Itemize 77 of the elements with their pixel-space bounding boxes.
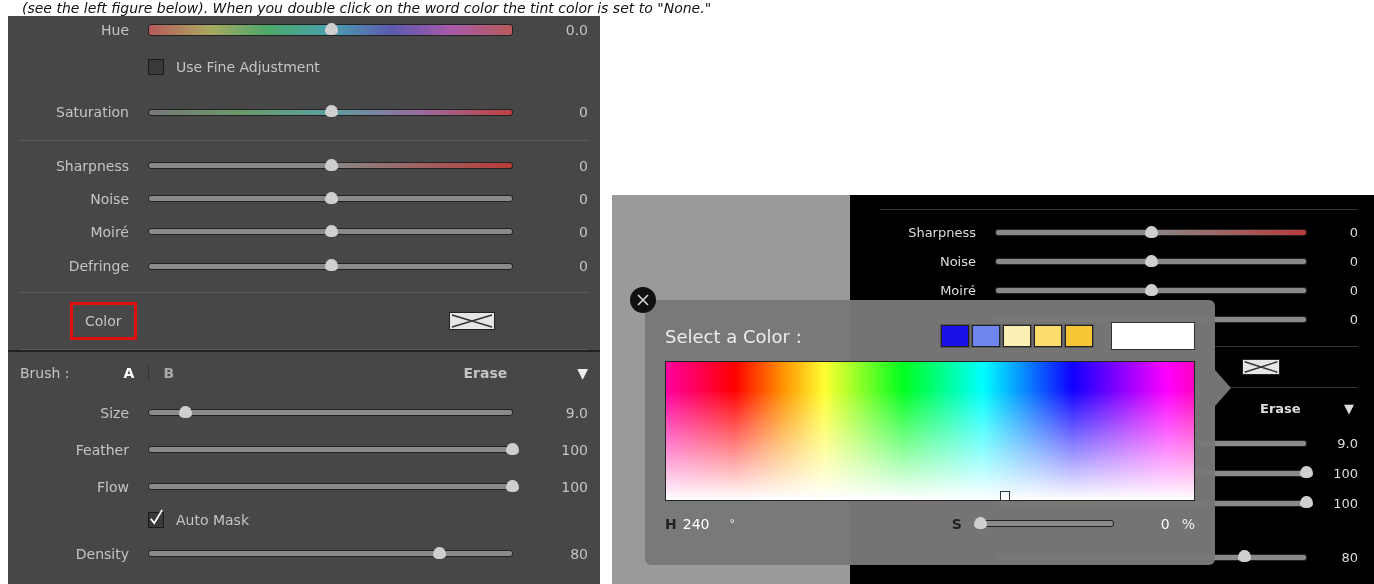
slider-thumb[interactable]: [506, 479, 519, 492]
hue-value[interactable]: 240: [682, 515, 710, 532]
color-swatch[interactable]: [1242, 359, 1280, 375]
slider-value: 100: [561, 441, 588, 458]
slider-value: 100: [561, 478, 588, 495]
saturation-value[interactable]: 0: [1160, 515, 1170, 532]
saturation-label: S: [951, 515, 962, 532]
slider-value: 9.0: [565, 404, 588, 421]
slider-value: 0.0: [565, 22, 588, 38]
slider-thumb[interactable]: [1145, 254, 1158, 267]
erase-button[interactable]: Erase: [1260, 400, 1301, 416]
slider-value: 100: [1333, 495, 1358, 511]
preset-swatch[interactable]: [972, 325, 1000, 348]
slider-value: 0: [579, 104, 588, 120]
slider-label: Flow: [97, 478, 129, 495]
checkbox[interactable]: [148, 59, 164, 75]
brush-label: Brush :: [20, 365, 70, 381]
slider-thumb[interactable]: [324, 105, 338, 117]
slider-thumb[interactable]: [1145, 225, 1158, 238]
menu-toggle[interactable]: ▼: [577, 365, 588, 381]
checkbox-label: Auto Mask: [176, 512, 249, 528]
percent-unit: %: [1181, 515, 1195, 532]
slider-thumb[interactable]: [1300, 496, 1313, 508]
slider-value: 0: [579, 190, 588, 207]
color-label[interactable]: Color: [70, 302, 137, 340]
menu-toggle[interactable]: ▼: [1344, 400, 1354, 416]
slider-value: 9.0: [1337, 435, 1358, 451]
slider-value: 0: [579, 157, 588, 174]
slider-thumb[interactable]: [1238, 550, 1251, 562]
slider-label: Size: [100, 404, 129, 421]
checkbox-label: Use Fine Adjustment: [176, 59, 320, 75]
color-swatch[interactable]: [448, 312, 495, 330]
preset-swatch[interactable]: [1034, 325, 1062, 348]
slider-value: 0: [579, 223, 588, 240]
slider-label: Moiré: [90, 223, 129, 240]
preset-swatch[interactable]: [941, 325, 969, 348]
slider-value: 80: [1341, 549, 1358, 565]
slider-thumb[interactable]: [1300, 466, 1313, 478]
slider-value: 0: [1349, 225, 1358, 240]
slider-thumb[interactable]: [973, 516, 987, 529]
popup-title: Select a Color :: [665, 325, 802, 347]
slider-thumb[interactable]: [324, 158, 338, 171]
slider-label: Defringe: [68, 258, 129, 274]
preset-swatch[interactable]: [1003, 325, 1031, 348]
brush-option[interactable]: B: [149, 365, 189, 381]
slider-thumb[interactable]: [506, 442, 519, 455]
slider-label: Density: [75, 545, 129, 562]
preset-swatch[interactable]: [1065, 325, 1093, 348]
slider-value: 80: [570, 545, 588, 562]
slider-thumb[interactable]: [179, 405, 193, 418]
slider-label: Noise: [939, 254, 976, 269]
slider-value: 100: [1333, 465, 1358, 481]
slider-value: 0: [1349, 254, 1358, 269]
slider-label: Noise: [90, 190, 129, 207]
slider-label: Saturation: [56, 104, 129, 120]
slider-label: Moiré: [940, 283, 976, 298]
erase-button[interactable]: Erase: [463, 365, 508, 381]
slider-thumb[interactable]: [1145, 283, 1158, 296]
slider-value: 0: [1349, 312, 1358, 327]
slider-thumb[interactable]: [324, 259, 338, 271]
caption-text: (see the left figure below). When you double click on the word color the tint color is set to "None.": [21, 0, 713, 16]
slider-thumb[interactable]: [324, 224, 338, 237]
brush-option[interactable]: A: [109, 365, 149, 381]
color-spectrum[interactable]: [665, 360, 1195, 501]
slider-thumb[interactable]: [433, 546, 447, 559]
slider-value: 0: [1349, 283, 1358, 298]
slider-label: Sharpness: [55, 157, 129, 174]
slider-value: 0: [579, 258, 588, 274]
slider-thumb[interactable]: [324, 23, 338, 35]
slider-thumb[interactable]: [324, 191, 338, 204]
slider-label: Feather: [75, 441, 129, 458]
checkbox[interactable]: [148, 512, 164, 528]
degree-unit: °: [729, 517, 735, 531]
slider-label: Sharpness: [908, 225, 976, 240]
color-marker[interactable]: [999, 490, 1010, 501]
slider-label: Hue: [101, 22, 129, 38]
hue-label: H: [665, 515, 677, 532]
